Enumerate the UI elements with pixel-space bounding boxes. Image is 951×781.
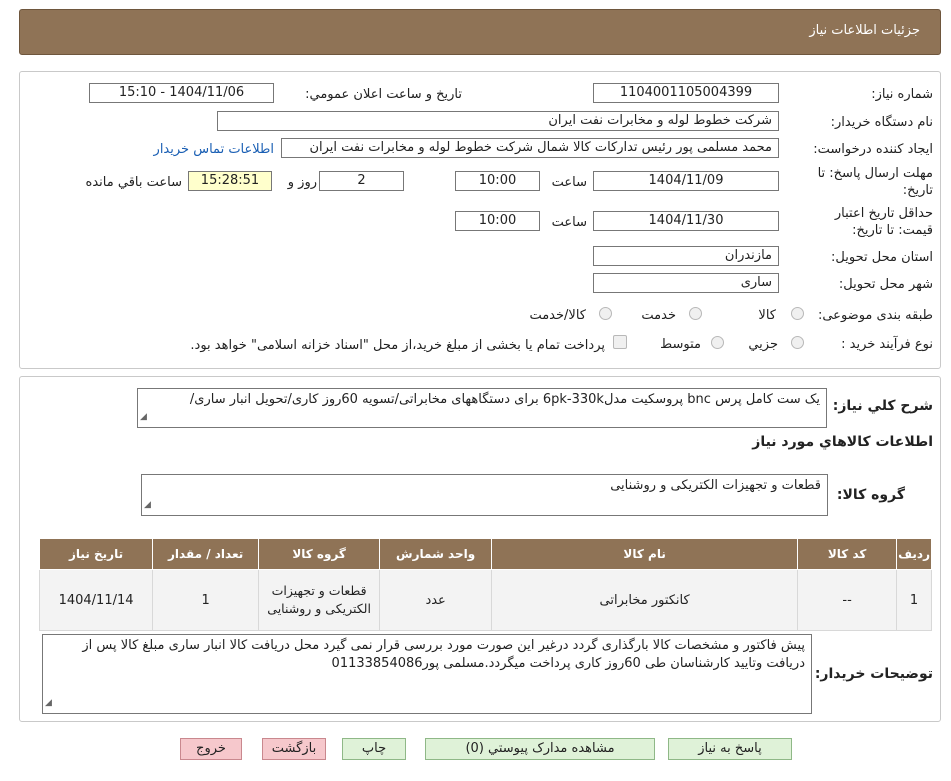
validity-label: حداقل تاريخ اعتبار قيمت: تا تاريخ: <box>834 206 933 238</box>
goods-group-textarea: قطعات و تجهيزات الکتريکی و روشنايی ◢ <box>141 474 828 516</box>
process-option-medium: متوسط <box>660 337 701 352</box>
remaining-time-badge: 15:28:51 <box>188 171 272 191</box>
creator-field: محمد مسلمی پور رئیس تدارکات کالا شمال شر… <box>281 138 779 158</box>
resize-grip-icon: ◢ <box>45 698 52 708</box>
summary-textarea: یک ست کامل پرس bnc پروسکیت مدل6pk-330k ب… <box>137 388 827 428</box>
announce-label: تاریخ و ساعت اعلان عمومي: <box>305 87 462 102</box>
resize-grip-icon: ◢ <box>144 500 151 510</box>
cell-group: قطعات و تجهيزات الکتريکی و روشنايی <box>258 569 381 631</box>
attachments-button[interactable]: مشاهده مدارک پيوستي (0) <box>425 738 655 760</box>
process-radio-minor[interactable] <box>791 336 804 349</box>
treasury-checkbox[interactable] <box>613 335 627 349</box>
cell-name: کانکتور مخابراتی <box>491 569 799 631</box>
print-button[interactable]: چاپ <box>342 738 406 760</box>
days-label: روز و <box>287 175 317 190</box>
category-radio-service[interactable] <box>689 307 702 320</box>
buyer-notes-textarea: پیش فاکتور و مشخصات کالا بارگذاری گردد د… <box>42 634 812 714</box>
resize-grip-icon: ◢ <box>140 412 147 422</box>
cell-need-date: 1404/11/14 <box>38 569 154 631</box>
goods-group-label: گروه کالا: <box>836 487 905 503</box>
goods-table: رديف کد کالا نام کالا واحد شمارش گروه کا… <box>38 538 932 631</box>
category-option-goods: کالا <box>758 308 776 323</box>
category-option-goods-service: کالا/خدمت <box>529 308 586 323</box>
validity-time-field: 10:00 <box>455 211 540 231</box>
cell-unit: عدد <box>379 569 493 631</box>
cell-quantity: 1 <box>152 569 260 631</box>
page-header: جزئیات اطلاعات نیاز <box>19 9 941 55</box>
remaining-time-label: ساعت باقي مانده <box>85 175 182 190</box>
reply-button[interactable]: پاسخ به نياز <box>668 738 792 760</box>
exit-button[interactable]: خروج <box>180 738 242 760</box>
process-label: نوع فرآيند خريد : <box>841 337 933 352</box>
back-button[interactable]: بازگشت <box>262 738 326 760</box>
deadline-label: مهلت ارسال پاسخ: تا تاريخ: <box>817 166 933 198</box>
buyer-org-field: شرکت خطوط لوله و مخابرات نفت ايران <box>217 111 779 131</box>
col-header-row-no: رديف <box>896 538 932 570</box>
category-option-service: خدمت <box>641 308 676 323</box>
cell-row-no: 1 <box>896 569 932 631</box>
validity-date-field: 1404/11/30 <box>593 211 779 231</box>
col-header-code: کد کالا <box>797 538 898 570</box>
goods-group-text: قطعات و تجهيزات الکتريکی و روشنايی <box>610 478 821 493</box>
summary-text: یک ست کامل پرس bnc پروسکیت مدل6pk-330k ب… <box>189 392 820 407</box>
deadline-date-field: 1404/11/09 <box>593 171 779 191</box>
city-label: شهر محل تحويل: <box>838 277 933 292</box>
announce-field: 1404/11/06 - 15:10 <box>89 83 274 103</box>
page-title: جزئیات اطلاعات نیاز <box>809 23 920 38</box>
goods-section-title: اطلاعات کالاهاي مورد نياز <box>752 434 933 450</box>
cell-code: -- <box>797 569 898 631</box>
need-number-label: شماره نیاز: <box>871 87 933 102</box>
city-field: ساری <box>593 273 779 293</box>
col-header-quantity: تعداد / مقدار <box>152 538 260 570</box>
deadline-time-label: ساعت <box>551 175 587 190</box>
treasury-note: پرداخت تمام يا بخشی از مبلغ خريد،از محل … <box>190 338 605 353</box>
category-radio-goods[interactable] <box>791 307 804 320</box>
col-header-unit: واحد شمارش <box>379 538 493 570</box>
buyer-notes-label: توضيحات خريدار: <box>814 666 933 682</box>
col-header-need-date: تاريخ نياز <box>38 538 154 570</box>
process-radio-medium[interactable] <box>711 336 724 349</box>
creator-label: ايجاد کننده درخواست: <box>813 142 933 157</box>
table-row: 1 -- کانکتور مخابراتی عدد قطعات و تجهيزا… <box>38 569 932 631</box>
province-field: مازندران <box>593 246 779 266</box>
col-header-group: گروه کالا <box>258 538 381 570</box>
province-label: استان محل تحويل: <box>831 250 933 265</box>
buyer-notes-text: پیش فاکتور و مشخصات کالا بارگذاری گردد د… <box>82 638 805 671</box>
summary-label: شرح کلي نياز: <box>832 398 933 414</box>
col-header-name: نام کالا <box>491 538 799 570</box>
buyer-contact-link[interactable]: اطلاعات تماس خريدار <box>154 142 274 157</box>
need-number-field: 1104001105004399 <box>593 83 779 103</box>
buyer-org-label: نام دستگاه خريدار: <box>830 115 933 130</box>
validity-time-label: ساعت <box>551 215 587 230</box>
days-remaining-field: 2 <box>319 171 404 191</box>
table-header-row: رديف کد کالا نام کالا واحد شمارش گروه کا… <box>38 538 932 570</box>
process-option-minor: جزيي <box>748 337 778 352</box>
deadline-time-field: 10:00 <box>455 171 540 191</box>
category-radio-goods-service[interactable] <box>599 307 612 320</box>
category-label: طبقه بندی موضوعی: <box>817 308 933 323</box>
